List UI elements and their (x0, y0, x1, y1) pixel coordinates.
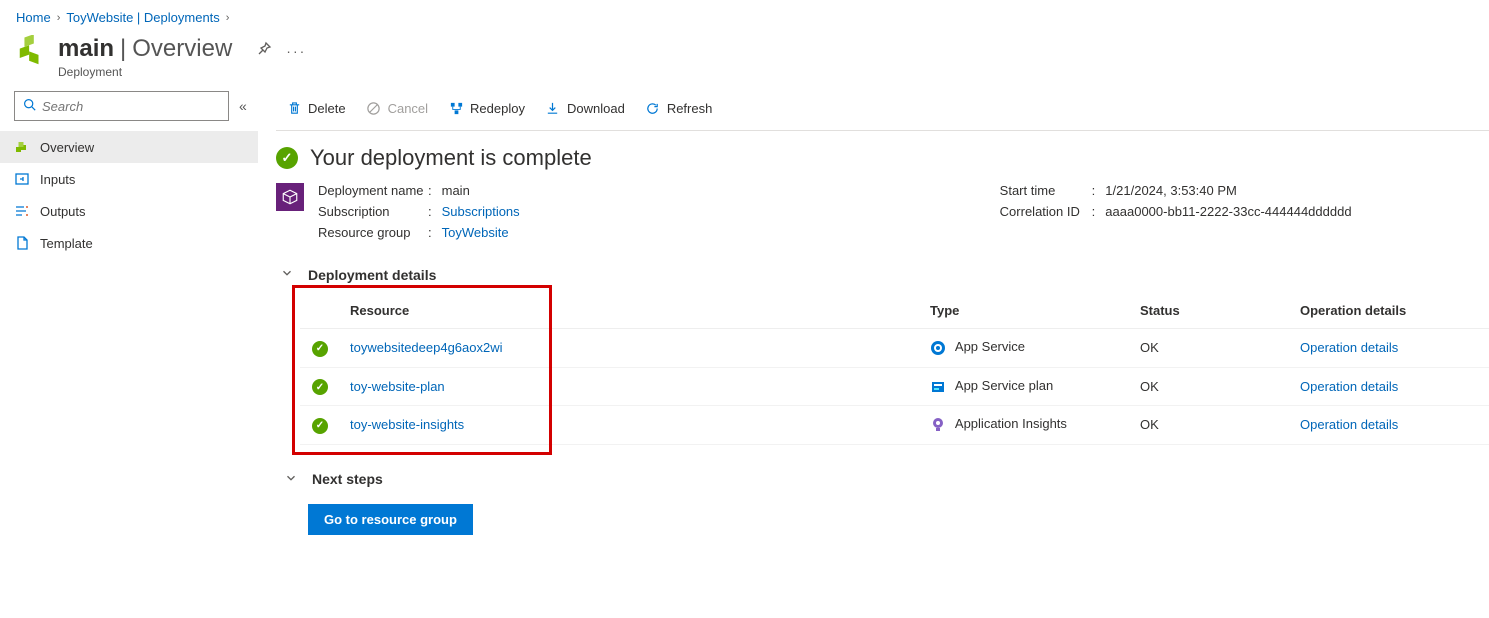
resource-link[interactable]: toywebsitedeep4g6aox2wi (350, 340, 503, 355)
download-icon (545, 101, 561, 117)
table-row: toy-website-insights Application Insight… (300, 406, 1489, 445)
pin-icon[interactable] (256, 41, 272, 60)
sidebar-item-overview[interactable]: Overview (0, 131, 258, 163)
label-subscription: Subscription (318, 204, 428, 219)
operation-details-link[interactable]: Operation details (1300, 417, 1398, 432)
toolbar-label: Cancel (388, 101, 428, 116)
app-service-icon (930, 340, 946, 356)
search-input[interactable] (42, 99, 220, 114)
label-correlation-id: Correlation ID (1000, 204, 1092, 219)
sidebar-item-inputs[interactable]: Inputs (0, 163, 258, 195)
operation-details-link[interactable]: Operation details (1300, 340, 1398, 355)
toolbar-label: Delete (308, 101, 346, 116)
status-text: Your deployment is complete (310, 145, 592, 171)
label-start-time: Start time (1000, 183, 1092, 198)
inputs-icon (14, 171, 30, 187)
section-next-steps[interactable]: Next steps (284, 471, 1489, 488)
resource-type: App Service (955, 339, 1025, 354)
more-icon[interactable]: ··· (286, 43, 306, 59)
resource-status: OK (1130, 329, 1290, 368)
resource-status: OK (1130, 406, 1290, 445)
chevron-down-icon (280, 266, 294, 283)
toolbar-label: Refresh (667, 101, 713, 116)
operation-details-link[interactable]: Operation details (1300, 379, 1398, 394)
toolbar-label: Download (567, 101, 625, 116)
delete-button[interactable]: Delete (286, 101, 346, 117)
app-service-plan-icon (930, 379, 946, 395)
section-title: Next steps (312, 471, 383, 487)
value-deployment-name: main (442, 183, 470, 198)
go-to-resource-group-button[interactable]: Go to resource group (308, 504, 473, 535)
resource-link[interactable]: toy-website-insights (350, 417, 464, 432)
th-status: Status (1130, 293, 1290, 329)
deployment-details-table: Resource Type Status Operation details t… (300, 293, 1489, 445)
resource-status: OK (1130, 367, 1290, 406)
page-title-main: main (58, 35, 114, 63)
breadcrumb-home[interactable]: Home (16, 10, 51, 25)
refresh-button[interactable]: Refresh (645, 101, 713, 117)
download-button[interactable]: Download (545, 101, 625, 117)
label-resource-group: Resource group (318, 225, 428, 240)
status-row: Your deployment is complete (276, 131, 1489, 179)
page-header: main | Overview Deployment ··· (0, 31, 1489, 87)
value-start-time: 1/21/2024, 3:53:40 PM (1105, 183, 1237, 198)
sidebar-item-outputs[interactable]: Outputs (0, 195, 258, 227)
collapse-sidebar-icon[interactable]: « (239, 98, 247, 114)
chevron-right-icon: › (57, 12, 61, 24)
success-icon (312, 379, 328, 395)
chevron-right-icon: › (226, 12, 230, 24)
toolbar: Delete Cancel Redeploy Download (276, 87, 1489, 131)
search-icon (23, 98, 36, 114)
trash-icon (286, 101, 302, 117)
resource-link[interactable]: toy-website-plan (350, 379, 445, 394)
main-content: Delete Cancel Redeploy Download (258, 87, 1489, 575)
cancel-button: Cancel (366, 101, 428, 117)
deployment-info: Deployment name : main Subscription : Su… (276, 179, 1489, 260)
sidebar-item-label: Inputs (40, 172, 75, 187)
sidebar-item-label: Overview (40, 140, 94, 155)
template-icon (14, 235, 30, 251)
toolbar-label: Redeploy (470, 101, 525, 116)
chevron-down-icon (284, 471, 298, 488)
link-resource-group[interactable]: ToyWebsite (442, 225, 509, 240)
package-icon (276, 183, 304, 211)
sidebar-nav: Overview Inputs Outputs Template (0, 131, 258, 259)
table-header-row: Resource Type Status Operation details (300, 293, 1489, 329)
cancel-icon (366, 101, 382, 117)
resource-type: Application Insights (955, 416, 1067, 431)
redeploy-button[interactable]: Redeploy (448, 101, 525, 117)
deployment-icon (16, 35, 46, 68)
sidebar-item-label: Template (40, 236, 93, 251)
search-box[interactable] (14, 91, 229, 121)
page-title-sep: | (120, 35, 126, 63)
redeploy-icon (448, 101, 464, 117)
page-subtitle: Deployment (58, 65, 232, 79)
section-title: Deployment details (308, 267, 436, 283)
sidebar: « Overview Inputs Outputs (0, 87, 258, 575)
th-resource: Resource (340, 293, 920, 329)
sidebar-item-label: Outputs (40, 204, 86, 219)
resource-type: App Service plan (955, 378, 1053, 393)
label-deployment-name: Deployment name (318, 183, 428, 198)
success-icon (276, 147, 298, 169)
overview-icon (14, 139, 30, 155)
table-row: toywebsitedeep4g6aox2wi App Service OK O… (300, 329, 1489, 368)
outputs-icon (14, 203, 30, 219)
success-icon (312, 341, 328, 357)
success-icon (312, 418, 328, 434)
link-subscription[interactable]: Subscriptions (442, 204, 520, 219)
breadcrumb: Home › ToyWebsite | Deployments › (0, 0, 1489, 31)
sidebar-item-template[interactable]: Template (0, 227, 258, 259)
page-title-sub: Overview (132, 35, 232, 63)
value-correlation-id: aaaa0000-bb11-2222-33cc-444444dddddd (1105, 204, 1351, 219)
th-operation-details: Operation details (1290, 293, 1489, 329)
section-deployment-details[interactable]: Deployment details (280, 266, 1489, 283)
refresh-icon (645, 101, 661, 117)
breadcrumb-deployments[interactable]: ToyWebsite | Deployments (66, 10, 219, 25)
app-insights-icon (930, 417, 946, 433)
th-type: Type (920, 293, 1130, 329)
table-row: toy-website-plan App Service plan OK Ope… (300, 367, 1489, 406)
